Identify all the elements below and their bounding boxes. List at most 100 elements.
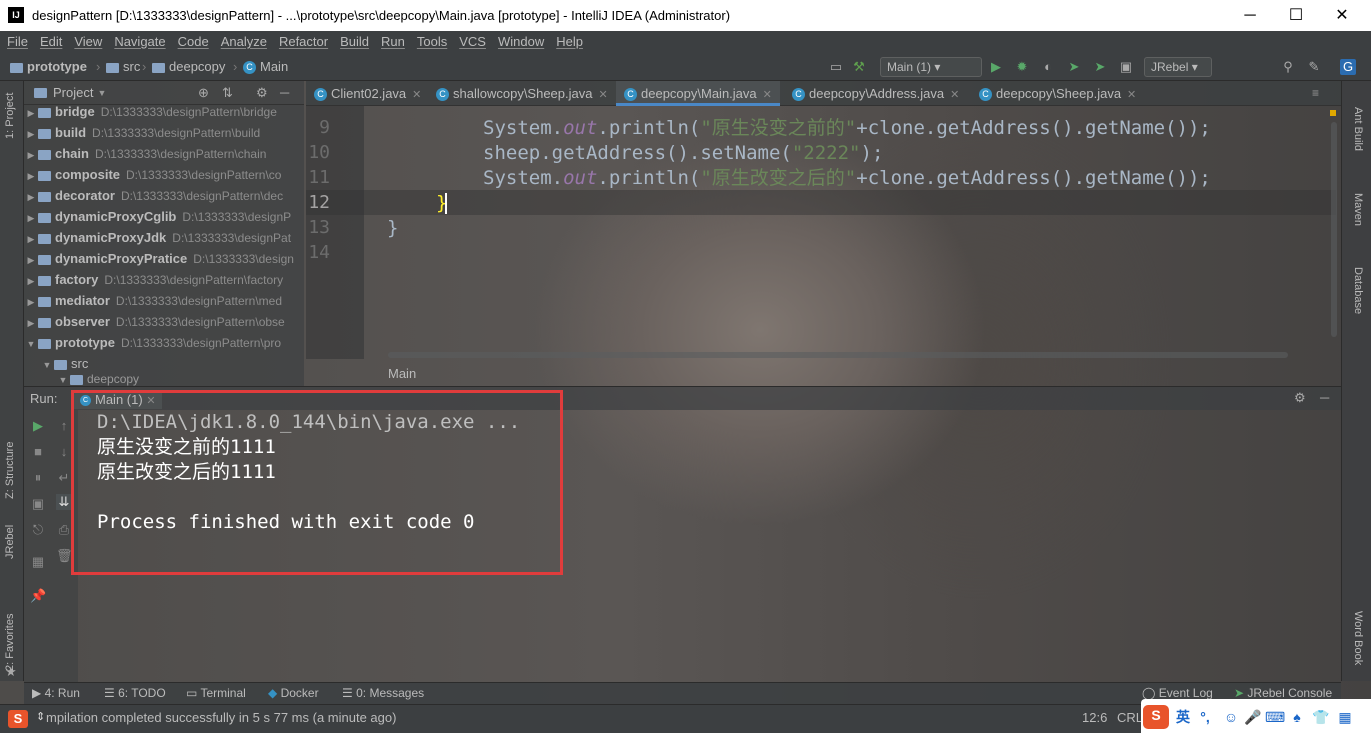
print-icon[interactable]: ⎙ <box>56 522 72 538</box>
gear-icon[interactable]: ⚙ <box>256 85 268 101</box>
database-tool-tab[interactable]: Database <box>1352 267 1364 314</box>
project-tool-tab[interactable]: 1: Project <box>4 93 16 139</box>
toolbox-icon[interactable]: ▦ <box>1335 707 1355 727</box>
tree-item-build[interactable]: ▶ build D:\1333333\designPattern\build <box>24 122 304 143</box>
tab-deepcopy-sheep[interactable]: Cdeepcopy\Sheep.java ✕ <box>971 81 1144 106</box>
breadcrumb-prototype[interactable]: prototype <box>10 59 87 74</box>
hide-icon[interactable]: ─ <box>1320 390 1329 405</box>
pin-icon[interactable]: 📌 <box>30 588 46 604</box>
tab-shallowcopy-sheep[interactable]: Cshallowcopy\Sheep.java ✕ <box>428 81 616 106</box>
tree-item-factory[interactable]: ▶ factory D:\1333333\designPattern\factory <box>24 269 304 290</box>
up-arrow-icon[interactable]: ↑ <box>56 418 72 434</box>
menu-vcs[interactable]: VCS <box>453 31 492 53</box>
menu-code[interactable]: Code <box>172 31 215 53</box>
word-book-tool-tab[interactable]: Word Book <box>1352 611 1364 665</box>
scroll-to-end-icon[interactable]: ⇊ <box>56 494 72 510</box>
structure-tool-tab[interactable]: Z: Structure <box>4 442 16 499</box>
code-line-10[interactable]: sheep.getAddress().setName("2222"); <box>483 141 883 166</box>
code-line-9[interactable]: System.out.println("原生没变之前的"+clone.getAd… <box>483 116 1211 141</box>
event-log-tool-tab[interactable]: ◯ Event Log <box>1142 686 1213 700</box>
collapse-icon[interactable]: ⇅ <box>222 85 233 101</box>
coverage-icon[interactable]: ◐ <box>1040 59 1056 75</box>
minimize-button[interactable]: ─ <box>1227 0 1273 31</box>
translate-icon[interactable]: G <box>1340 59 1356 75</box>
down-arrow-icon[interactable]: ↓ <box>56 444 72 460</box>
expand-arrow-icon[interactable]: ▶ <box>24 145 38 164</box>
hide-icon[interactable]: ─ <box>280 85 289 100</box>
close-button[interactable]: ✕ <box>1319 0 1365 31</box>
tab-deepcopy-address[interactable]: Cdeepcopy\Address.java ✕ <box>784 81 967 106</box>
shirt-icon[interactable]: 👕 <box>1311 707 1331 727</box>
stop-icon[interactable]: ▣ <box>1118 59 1134 75</box>
tree-item-mediator[interactable]: ▶ mediator D:\1333333\designPattern\med <box>24 290 304 311</box>
expand-arrow-icon[interactable]: ▶ <box>24 166 38 185</box>
collapse-arrow-icon[interactable]: ▼ <box>24 334 38 353</box>
trash-icon[interactable]: 🗑 <box>56 548 73 564</box>
search-icon[interactable]: ⚲ <box>1280 59 1296 75</box>
expand-arrow-icon[interactable]: ▶ <box>24 250 38 269</box>
expand-arrow-icon[interactable]: ▶ <box>24 187 38 206</box>
emoji-icon[interactable]: ☺ <box>1221 707 1241 727</box>
debug-icon[interactable]: ✹ <box>1014 59 1030 75</box>
run-tool-tab[interactable]: ▶ 4: Run <box>32 686 80 700</box>
sogou-ime-icon[interactable]: S <box>8 710 28 728</box>
menu-view[interactable]: View <box>68 31 108 53</box>
expand-arrow-icon[interactable]: ▶ <box>24 208 38 227</box>
ime-arrow-icon[interactable]: ⇕ <box>36 710 45 723</box>
dump-icon[interactable]: ▣ <box>30 496 46 512</box>
wrap-icon[interactable]: ↵ <box>56 470 72 486</box>
maximize-button[interactable]: ☐ <box>1273 0 1319 31</box>
wrench-icon[interactable]: ✎ <box>1306 59 1322 75</box>
jrebel-select[interactable]: JRebel ▾ <box>1144 57 1212 77</box>
inspection-marker[interactable] <box>1330 110 1336 116</box>
tab-client02[interactable]: C Client02.java ✕ <box>306 81 429 106</box>
favorites-tool-tab[interactable]: 2: Favorites <box>4 614 16 671</box>
menu-run[interactable]: Run <box>375 31 411 53</box>
maven-tool-tab[interactable]: Maven <box>1352 193 1364 226</box>
tab-deepcopy-main[interactable]: Cdeepcopy\Main.java ✕ <box>616 81 780 106</box>
expand-arrow-icon[interactable]: ▶ <box>24 271 38 290</box>
jrebel-run-icon[interactable]: ➤ <box>1066 59 1082 75</box>
caret-position[interactable]: 12:6 <box>1082 710 1107 725</box>
menu-window[interactable]: Window <box>492 31 550 53</box>
close-tab-icon[interactable]: ✕ <box>598 89 607 101</box>
collapse-arrow-icon[interactable]: ▼ <box>56 375 70 385</box>
gear-icon[interactable]: ⚙ <box>1294 390 1306 406</box>
horizontal-scrollbar[interactable] <box>388 352 1288 358</box>
pause-icon[interactable]: ⏸ <box>30 470 46 486</box>
close-tab-icon[interactable]: ✕ <box>412 89 421 101</box>
jrebel-tool-tab[interactable]: JRebel <box>4 525 16 559</box>
sogou-logo-icon[interactable]: S <box>1143 705 1169 729</box>
jrebel-console-tool-tab[interactable]: ➤ JRebel Console <box>1234 686 1332 700</box>
tree-item-observer[interactable]: ▶ observer D:\1333333\designPattern\obse <box>24 311 304 332</box>
expand-arrow-icon[interactable]: ▶ <box>24 313 38 332</box>
expand-arrow-icon[interactable]: ▶ <box>24 292 38 311</box>
menu-file[interactable]: File <box>1 31 34 53</box>
menu-edit[interactable]: Edit <box>34 31 68 53</box>
exit-icon[interactable]: ⎋ <box>30 522 46 538</box>
tree-item-dynamicproxypratice[interactable]: ▶ dynamicProxyPratice D:\1333333\design <box>24 248 304 269</box>
tree-item-chain[interactable]: ▶ chain D:\1333333\designPattern\chain <box>24 143 304 164</box>
menu-analyze[interactable]: Analyze <box>215 31 273 53</box>
voice-icon[interactable]: 🎤 <box>1243 707 1263 727</box>
status-message[interactable]: mpilation completed successfully in 5 s … <box>46 710 396 725</box>
build-hammer-icon[interactable]: ⚒ <box>851 59 867 75</box>
tree-item-bridge[interactable]: ▶ bridge D:\1333333\designPattern\bridge <box>24 101 304 122</box>
breadcrumb-src[interactable]: src <box>106 59 140 74</box>
menu-navigate[interactable]: Navigate <box>108 31 171 53</box>
expand-arrow-icon[interactable]: ▶ <box>24 229 38 248</box>
layout-icon[interactable]: ▭ <box>828 59 844 75</box>
stop-icon[interactable]: ■ <box>30 444 46 460</box>
menu-tools[interactable]: Tools <box>411 31 453 53</box>
code-line-13[interactable]: } <box>387 216 398 241</box>
close-tab-icon[interactable]: ✕ <box>763 89 772 101</box>
expand-arrow-icon[interactable]: ▶ <box>24 103 38 122</box>
run-config-select[interactable]: Main (1) ▾ <box>880 57 982 77</box>
locate-icon[interactable]: ⊕ <box>198 85 209 101</box>
menu-build[interactable]: Build <box>334 31 375 53</box>
editor-breadcrumb[interactable]: Main <box>388 366 416 381</box>
punctuation-icon[interactable]: °, <box>1195 707 1215 727</box>
breadcrumb-main[interactable]: C Main <box>243 59 288 75</box>
tree-item-composite[interactable]: ▶ composite D:\1333333\designPattern\co <box>24 164 304 185</box>
terminal-tool-tab[interactable]: ▭ Terminal <box>186 686 246 700</box>
